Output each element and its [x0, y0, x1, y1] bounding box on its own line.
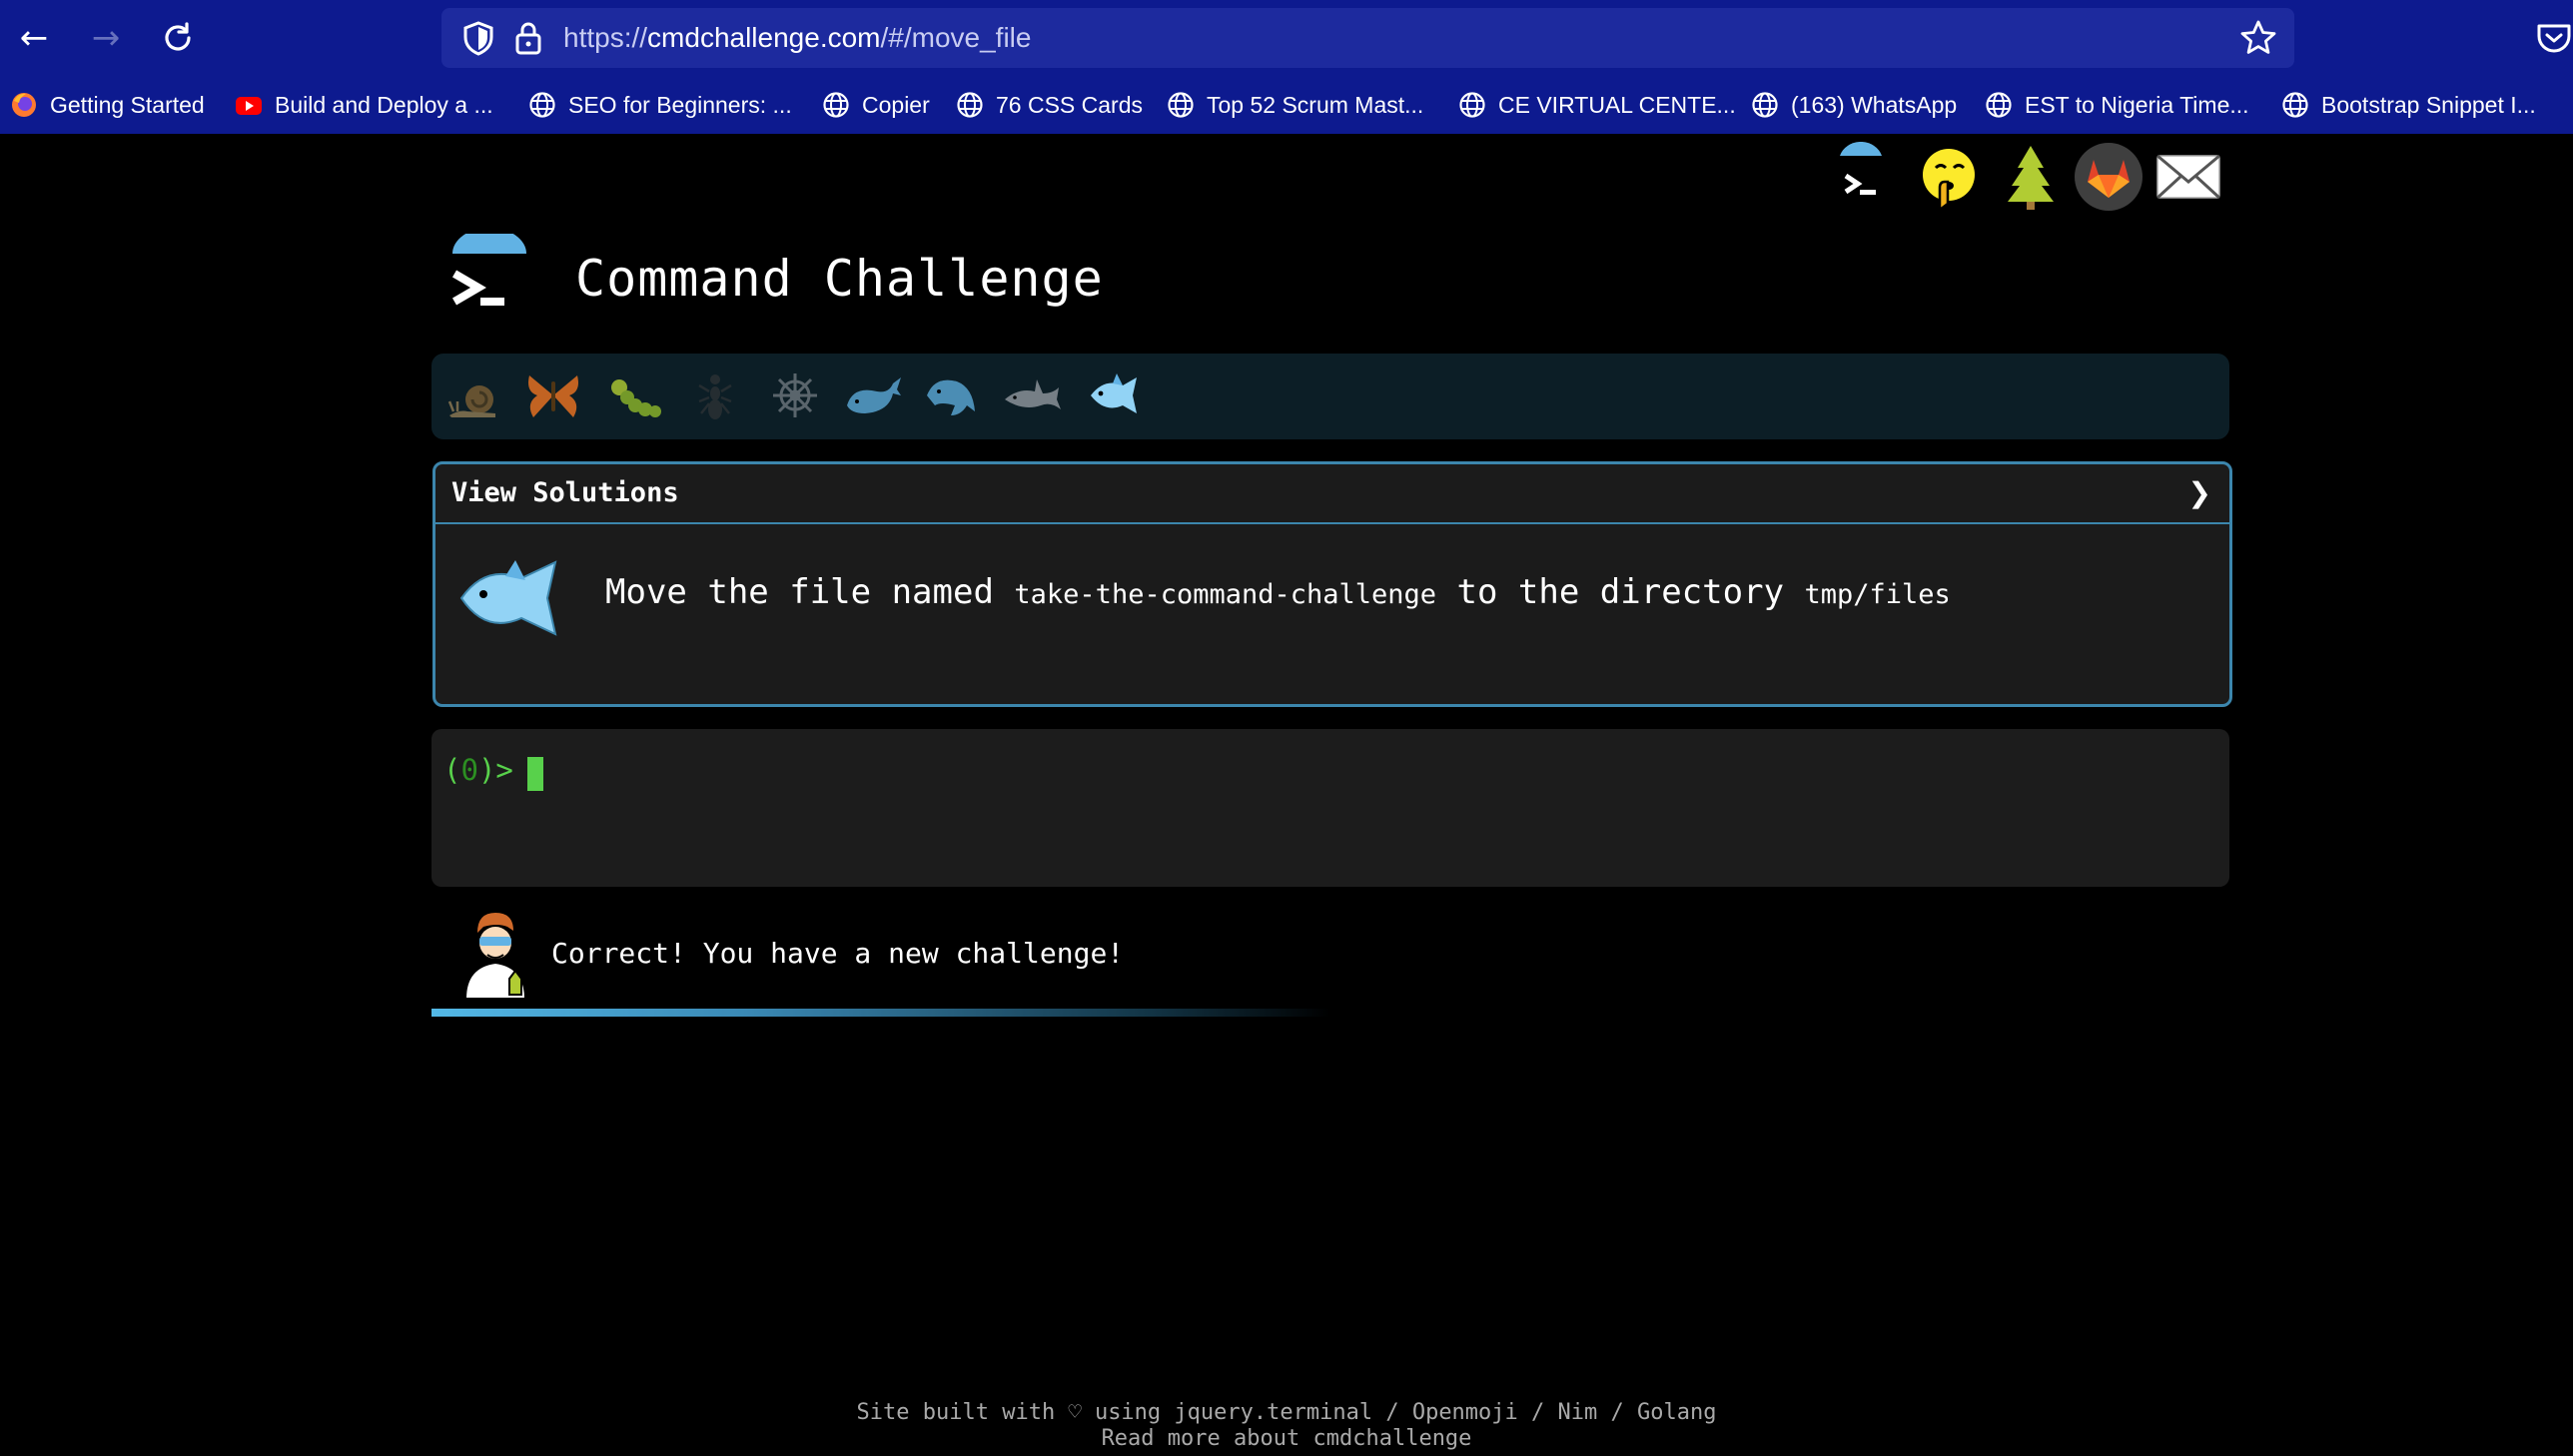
- challenge-text-part: Move the file named: [605, 572, 1015, 612]
- fish-icon[interactable]: [1083, 365, 1143, 425]
- bookmark-label: Build and Deploy a ...: [275, 92, 493, 118]
- prompt-paren: (: [443, 753, 461, 787]
- ant-icon[interactable]: [685, 365, 745, 425]
- challenge-card: View Solutions ❯ Move the file named tak…: [432, 461, 2232, 707]
- globe-icon: [957, 92, 983, 118]
- chevron-right-icon: ❯: [2187, 476, 2211, 509]
- butterfly-icon[interactable]: [523, 365, 583, 425]
- url-scheme: https://: [563, 22, 648, 53]
- challenge-file-name: take-the-command-challenge: [1014, 579, 1437, 610]
- bookmark-label: Top 52 Scrum Mast...: [1207, 92, 1424, 118]
- level-bar: [431, 354, 2229, 439]
- shark-icon[interactable]: [1003, 365, 1063, 425]
- view-solutions-label: View Solutions: [451, 477, 679, 508]
- bookmark-label: EST to Nigeria Time...: [2025, 92, 2249, 118]
- prompt-symbol: )>: [477, 753, 513, 787]
- prompt-count: 0: [460, 753, 478, 787]
- fish-icon: [459, 560, 557, 636]
- bookmark-label: (163) WhatsApp: [1791, 92, 1958, 118]
- caterpillar-icon[interactable]: [605, 365, 665, 425]
- terminal-prompt: (0)>: [443, 753, 513, 787]
- url-host: cmdchallenge.com: [647, 22, 881, 53]
- bookmark-label: SEO for Beginners: ...: [568, 92, 792, 118]
- scientist-avatar-icon: [463, 913, 527, 999]
- shushing-face-icon[interactable]: [1914, 142, 1984, 212]
- bookmark-label: CE VIRTUAL CENTE...: [1498, 92, 1736, 118]
- challenge-text-part: to the directory: [1436, 572, 1805, 612]
- globe-icon: [2282, 92, 2308, 118]
- terminal[interactable]: (0)>: [431, 729, 2229, 887]
- firefox-icon: [12, 93, 36, 117]
- bookmark-label: Copier: [862, 92, 930, 118]
- browser-toolbar: ← → https://cmdchallenge.com/#/move_file: [0, 0, 2573, 76]
- globe-icon: [823, 92, 849, 118]
- challenge-dir-name: tmp/files: [1804, 579, 1951, 610]
- status-message: Correct! You have a new challenge!: [431, 901, 2229, 1011]
- status-text: Correct! You have a new challenge!: [551, 937, 1125, 970]
- envelope-icon[interactable]: [2153, 142, 2223, 212]
- snail-icon[interactable]: [445, 365, 505, 425]
- bookmark-label: Getting Started: [50, 92, 205, 118]
- footer: Site built with ♡ using jquery.terminal …: [0, 1400, 2573, 1452]
- page-title[interactable]: Command Challenge: [575, 250, 1104, 308]
- address-bar[interactable]: https://cmdchallenge.com/#/move_file: [441, 8, 2294, 68]
- footer-read-more-link[interactable]: Read more about cmdchallenge: [0, 1426, 2573, 1452]
- globe-icon: [1459, 92, 1485, 118]
- logo-terminal-icon[interactable]: [444, 234, 534, 324]
- back-button[interactable]: ←: [10, 14, 58, 62]
- footer-credits[interactable]: Site built with ♡ using jquery.terminal …: [0, 1400, 2573, 1426]
- tree-icon[interactable]: [1996, 142, 2066, 212]
- terminal-cursor[interactable]: [527, 757, 543, 791]
- shield-icon[interactable]: [461, 20, 495, 56]
- helm-icon[interactable]: [765, 365, 825, 425]
- view-solutions-toggle[interactable]: View Solutions ❯: [435, 464, 2229, 524]
- pocket-icon[interactable]: [2535, 18, 2573, 58]
- bookmark-label: 76 CSS Cards: [996, 92, 1144, 118]
- bookmark-star-icon[interactable]: [2238, 18, 2278, 58]
- progress-bar: [431, 1009, 2229, 1017]
- progress-fill: [431, 1009, 1330, 1017]
- lock-icon[interactable]: [513, 20, 543, 56]
- terminal-icon[interactable]: [1826, 142, 1896, 212]
- url-text[interactable]: https://cmdchallenge.com/#/move_file: [563, 8, 1031, 68]
- globe-icon: [529, 92, 555, 118]
- youtube-icon: [236, 97, 262, 115]
- globe-icon: [1986, 92, 2012, 118]
- gitlab-icon[interactable]: [2074, 142, 2144, 212]
- reload-icon: [165, 22, 191, 51]
- challenge-description: Move the file named take-the-command-cha…: [605, 572, 1951, 612]
- url-path: /#/move_file: [880, 22, 1032, 53]
- bookmark-label: Bootstrap Snippet I...: [2321, 92, 2536, 118]
- reload-button[interactable]: [154, 14, 202, 62]
- globe-icon: [1752, 92, 1778, 118]
- page-content: Command Challenge View Solutions ❯ Move …: [0, 134, 2573, 1456]
- globe-icon: [1168, 92, 1194, 118]
- bookmarks-bar: Getting Started Build and Deploy a ... S…: [0, 76, 2573, 134]
- dolphin-icon[interactable]: [921, 365, 981, 425]
- forward-button[interactable]: →: [82, 14, 130, 62]
- whale-icon[interactable]: [843, 365, 903, 425]
